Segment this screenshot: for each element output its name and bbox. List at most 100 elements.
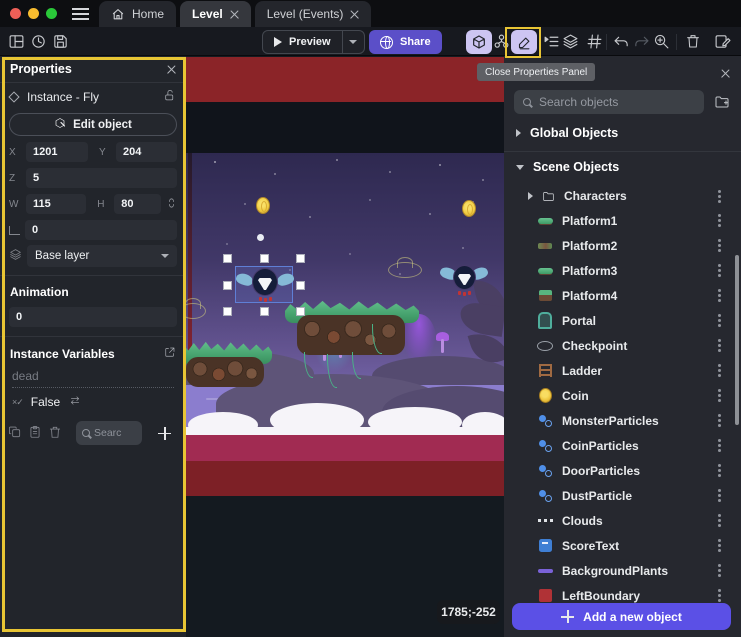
selection-handle[interactable] bbox=[296, 281, 305, 290]
row-menu-icon[interactable] bbox=[718, 269, 721, 272]
save-icon[interactable] bbox=[50, 31, 70, 51]
row-menu-icon[interactable] bbox=[718, 444, 721, 447]
object-list-item[interactable]: BackgroundPlants bbox=[504, 558, 741, 583]
objects-search-input[interactable] bbox=[539, 95, 695, 109]
row-menu-icon[interactable] bbox=[718, 419, 721, 422]
variable-value[interactable]: False bbox=[31, 395, 60, 409]
object-list-item[interactable]: DoorParticles bbox=[504, 458, 741, 483]
variables-search[interactable] bbox=[76, 421, 142, 445]
preview-dropdown-button[interactable] bbox=[342, 31, 364, 53]
paste-icon[interactable] bbox=[28, 425, 42, 442]
object-list-item[interactable]: Portal bbox=[504, 308, 741, 333]
redo-icon[interactable] bbox=[631, 31, 651, 51]
panel-layout-icon[interactable] bbox=[6, 31, 26, 51]
object-list-item[interactable]: Platform3 bbox=[504, 258, 741, 283]
selection-handle[interactable] bbox=[223, 281, 232, 290]
close-tab-icon[interactable] bbox=[230, 10, 239, 19]
history-icon[interactable] bbox=[28, 31, 48, 51]
variables-search-input[interactable] bbox=[94, 427, 122, 439]
selection-handle[interactable] bbox=[223, 254, 232, 263]
layer-dropdown[interactable]: Base layer bbox=[27, 245, 177, 267]
platform-object[interactable] bbox=[186, 337, 272, 389]
row-menu-icon[interactable] bbox=[718, 369, 721, 372]
object-list-item[interactable]: Coin bbox=[504, 383, 741, 408]
objects-search[interactable] bbox=[514, 90, 704, 114]
row-menu-icon[interactable] bbox=[718, 569, 721, 572]
minimize-window-button[interactable] bbox=[28, 8, 39, 19]
object-list-item[interactable]: Ladder bbox=[504, 358, 741, 383]
row-menu-icon[interactable] bbox=[718, 195, 721, 198]
platform-object[interactable] bbox=[285, 296, 419, 358]
object-list-item[interactable]: ScoreText bbox=[504, 533, 741, 558]
zoom-in-icon[interactable] bbox=[651, 31, 671, 51]
object-list-item[interactable]: CoinParticles bbox=[504, 433, 741, 458]
z-input[interactable] bbox=[26, 168, 177, 188]
close-properties-icon[interactable] bbox=[167, 65, 176, 74]
row-menu-icon[interactable] bbox=[718, 394, 721, 397]
scrollbar-thumb[interactable] bbox=[735, 255, 739, 425]
object-list-item[interactable]: DustParticle bbox=[504, 483, 741, 508]
selection-handle[interactable] bbox=[296, 254, 305, 263]
row-menu-icon[interactable] bbox=[718, 494, 721, 497]
draw-mode-button[interactable] bbox=[511, 30, 537, 54]
expander-icon[interactable] bbox=[528, 192, 533, 200]
row-menu-icon[interactable] bbox=[718, 594, 721, 597]
selection-handle[interactable] bbox=[296, 307, 305, 316]
undo-icon[interactable] bbox=[611, 31, 631, 51]
selection-handle[interactable] bbox=[223, 307, 232, 316]
y-input[interactable] bbox=[116, 142, 177, 162]
row-menu-icon[interactable] bbox=[718, 244, 721, 247]
folder-characters[interactable]: Characters bbox=[504, 184, 741, 208]
angle-input[interactable] bbox=[25, 220, 177, 240]
row-menu-icon[interactable] bbox=[718, 469, 721, 472]
menu-icon[interactable] bbox=[72, 8, 89, 20]
object-list-item[interactable]: Platform4 bbox=[504, 283, 741, 308]
layers-icon[interactable] bbox=[560, 31, 580, 51]
object-list-item[interactable]: Checkpoint bbox=[504, 333, 741, 358]
top-boundary[interactable] bbox=[186, 57, 504, 102]
x-input[interactable] bbox=[26, 142, 88, 162]
checkpoint-outline[interactable] bbox=[388, 262, 422, 278]
outline-icon[interactable] bbox=[541, 31, 561, 51]
lock-open-icon[interactable] bbox=[163, 89, 176, 105]
row-menu-icon[interactable] bbox=[718, 344, 721, 347]
object-list-item[interactable]: Platform2 bbox=[504, 233, 741, 258]
notes-edit-icon[interactable] bbox=[712, 31, 732, 51]
level-canvas[interactable]: 1785;-252 bbox=[186, 56, 504, 637]
close-objects-icon[interactable] bbox=[721, 69, 730, 78]
group-scene-objects[interactable]: Scene Objects bbox=[504, 155, 741, 179]
fly-object-selected[interactable] bbox=[238, 266, 292, 302]
grid-icon[interactable] bbox=[584, 31, 604, 51]
selection-handle[interactable] bbox=[260, 307, 269, 316]
object-list-item[interactable]: MonsterParticles bbox=[504, 408, 741, 433]
row-menu-icon[interactable] bbox=[718, 319, 721, 322]
share-button[interactable]: Share bbox=[369, 30, 442, 54]
row-menu-icon[interactable] bbox=[718, 544, 721, 547]
tab-level-events[interactable]: Level (Events) bbox=[255, 1, 372, 27]
add-variable-icon[interactable] bbox=[158, 427, 171, 440]
fly-object[interactable] bbox=[444, 265, 484, 299]
preview-button[interactable]: Preview bbox=[263, 31, 342, 53]
3d-mode-button[interactable] bbox=[466, 30, 492, 54]
row-menu-icon[interactable] bbox=[718, 519, 721, 522]
row-menu-icon[interactable] bbox=[718, 219, 721, 222]
add-folder-icon[interactable] bbox=[713, 94, 731, 110]
variable-name[interactable]: dead bbox=[12, 369, 174, 388]
copy-icon[interactable] bbox=[8, 425, 22, 442]
bottom-boundary[interactable] bbox=[186, 461, 504, 496]
object-list-item[interactable]: Clouds bbox=[504, 508, 741, 533]
group-global-objects[interactable]: Global Objects bbox=[504, 121, 741, 145]
row-menu-icon[interactable] bbox=[718, 294, 721, 297]
add-object-button[interactable]: Add a new object bbox=[512, 603, 731, 630]
width-input[interactable] bbox=[26, 194, 86, 214]
height-input[interactable] bbox=[114, 194, 161, 214]
tab-home[interactable]: Home bbox=[99, 1, 176, 27]
selection-handle[interactable] bbox=[260, 254, 269, 263]
delete-icon[interactable] bbox=[683, 31, 703, 51]
edit-object-button[interactable]: Edit object bbox=[9, 113, 177, 136]
delete-variable-icon[interactable] bbox=[48, 425, 62, 442]
external-link-icon[interactable] bbox=[164, 346, 176, 361]
close-tab-icon[interactable] bbox=[350, 10, 359, 19]
aspect-link-icon[interactable] bbox=[166, 196, 177, 213]
object-list-item[interactable]: Platform1 bbox=[504, 208, 741, 233]
